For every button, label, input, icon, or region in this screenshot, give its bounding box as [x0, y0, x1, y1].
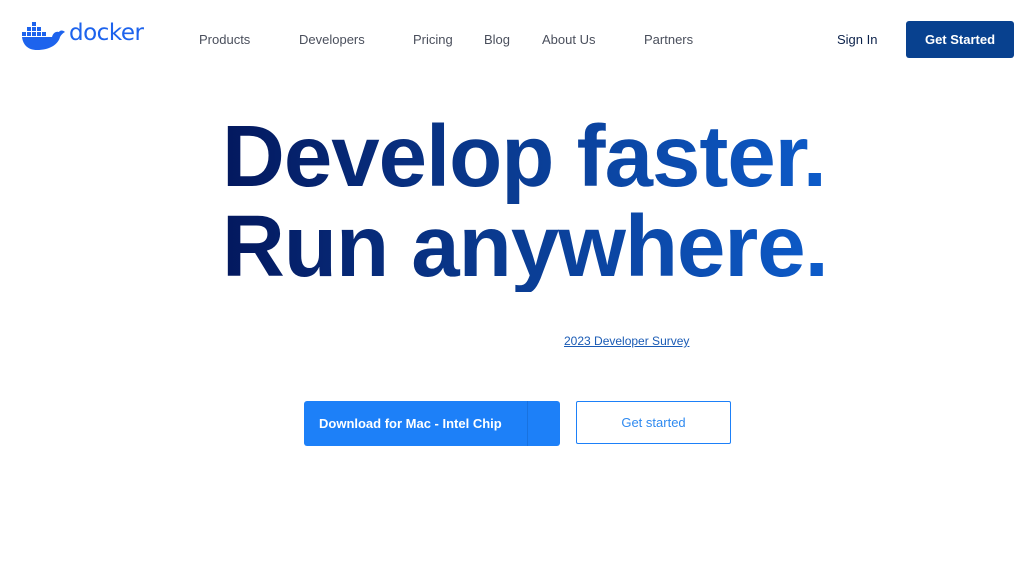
hero-headline: Develop faster. Run anywhere. [222, 112, 828, 292]
nav-partners[interactable]: Partners [644, 32, 693, 47]
brand-name: docker [69, 20, 144, 46]
download-button-label: Download for Mac - Intel Chip [319, 416, 502, 431]
get-started-header-button[interactable]: Get Started [906, 21, 1014, 58]
sign-in-link[interactable]: Sign In [837, 32, 877, 47]
developer-survey-link[interactable]: 2023 Developer Survey [564, 334, 689, 348]
nav-developers[interactable]: Developers [299, 32, 365, 47]
download-options-dropdown[interactable] [527, 401, 560, 446]
site-header: docker Products Developers Pricing Blog … [0, 0, 1024, 80]
hero-line-1: Develop faster. [222, 108, 826, 205]
nav-products[interactable]: Products [199, 32, 250, 47]
docker-logo[interactable]: docker [22, 20, 144, 50]
get-started-button[interactable]: Get started [576, 401, 731, 444]
docker-whale-icon [22, 22, 65, 50]
hero-line-2: Run anywhere. [222, 198, 828, 295]
nav-blog[interactable]: Blog [484, 32, 510, 47]
nav-about-us[interactable]: About Us [542, 32, 595, 47]
nav-pricing[interactable]: Pricing [413, 32, 453, 47]
download-button[interactable]: Download for Mac - Intel Chip [304, 401, 560, 446]
